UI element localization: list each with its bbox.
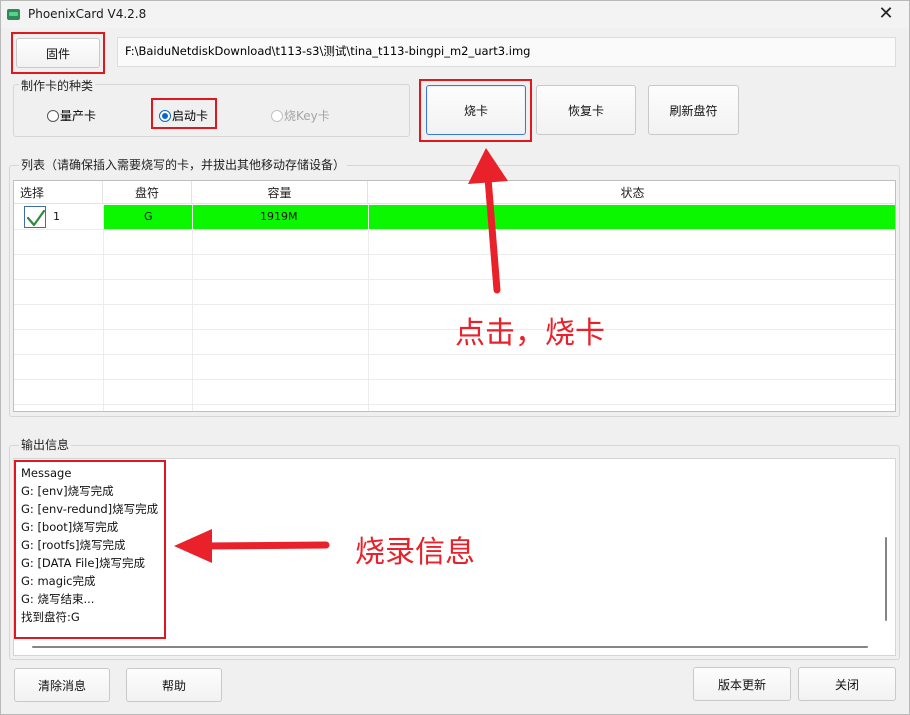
card-list: 选择 盘符 容量 状态 1 G 1919M [13, 180, 896, 412]
radio-dot [271, 109, 283, 122]
firmware-path-field[interactable]: F:\BaiduNetdiskDownload\t113-s3\测试\tina_… [117, 37, 896, 67]
row-divider [14, 354, 895, 355]
row-checkbox[interactable] [24, 206, 46, 228]
burn-card-button[interactable]: 烧卡 [426, 85, 526, 135]
close-window-icon[interactable]: ✕ [875, 3, 897, 25]
refresh-drive-button[interactable]: 刷新盘符 [648, 85, 739, 135]
checkmark-icon [26, 209, 46, 227]
version-update-button[interactable]: 版本更新 [693, 667, 791, 701]
horizontal-scrollbar[interactable] [14, 638, 880, 655]
close-button[interactable]: 关闭 [798, 667, 896, 701]
radio-mass-production[interactable]: 量产卡 [47, 107, 96, 124]
list-header: 选择 盘符 容量 状态 [14, 181, 895, 204]
column-divider [368, 204, 369, 411]
status-ok-background [104, 205, 895, 229]
firmware-button[interactable]: 固件 [16, 38, 100, 68]
scrollbar-thumb[interactable] [32, 646, 868, 648]
log-line: G: [DATA File]烧写完成 [21, 556, 145, 570]
column-header-drive[interactable]: 盘符 [103, 181, 192, 204]
list-group-label: 列表（请确保插入需要烧写的卡，并拔出其他移动存储设备） [19, 156, 348, 173]
row-divider [14, 379, 895, 380]
log-line: G: [boot]烧写完成 [21, 520, 119, 534]
row-capacity: 1919M [260, 210, 298, 223]
output-lines: Message G: [env]烧写完成 G: [env-redund]烧写完成… [21, 464, 158, 626]
log-line: G: [env]烧写完成 [21, 484, 114, 498]
row-index: 1 [53, 210, 60, 223]
card-type-label: 制作卡的种类 [19, 77, 96, 94]
clear-messages-button[interactable]: 清除消息 [14, 668, 110, 702]
log-line: G: [env-redund]烧写完成 [21, 502, 159, 516]
log-line: Message [21, 466, 72, 480]
row-divider [14, 254, 895, 255]
annotation-click-burn: 点击，烧卡 [455, 316, 605, 351]
log-line: 找到盘符:G [21, 610, 80, 624]
log-line: G: [rootfs]烧写完成 [21, 538, 126, 552]
output-group-label: 输出信息 [19, 436, 72, 453]
window-title: PhoenixCard V4.2.8 [28, 7, 147, 21]
app-icon [7, 9, 20, 20]
radio-label: 量产卡 [60, 109, 97, 123]
column-header-select[interactable]: 选择 [14, 181, 103, 204]
title-bar: PhoenixCard V4.2.8 ✕ [0, 0, 910, 28]
log-line: G: 烧写结束... [21, 592, 95, 606]
annotation-burn-info: 烧录信息 [355, 535, 475, 570]
scrollbar-thumb[interactable] [885, 537, 887, 621]
row-divider [14, 304, 895, 305]
restore-card-button[interactable]: 恢复卡 [536, 85, 636, 135]
row-drive: G [144, 210, 153, 223]
radio-key-card: 烧Key卡 [271, 107, 330, 124]
column-divider [192, 204, 193, 411]
vertical-scrollbar[interactable] [878, 459, 895, 639]
table-row[interactable]: 1 G 1919M [14, 205, 895, 229]
column-header-status[interactable]: 状态 [368, 181, 895, 204]
radio-label: 启动卡 [172, 109, 209, 123]
radio-boot-card[interactable]: 启动卡 [159, 107, 208, 124]
column-divider [103, 204, 104, 411]
help-button[interactable]: 帮助 [126, 668, 222, 702]
radio-dot-selected [159, 109, 171, 122]
radio-label: 烧Key卡 [284, 109, 330, 123]
radio-dot [47, 109, 59, 122]
row-divider [14, 279, 895, 280]
log-line: G: magic完成 [21, 574, 96, 588]
row-divider [14, 404, 895, 405]
column-header-capacity[interactable]: 容量 [192, 181, 368, 204]
row-divider [14, 229, 895, 230]
